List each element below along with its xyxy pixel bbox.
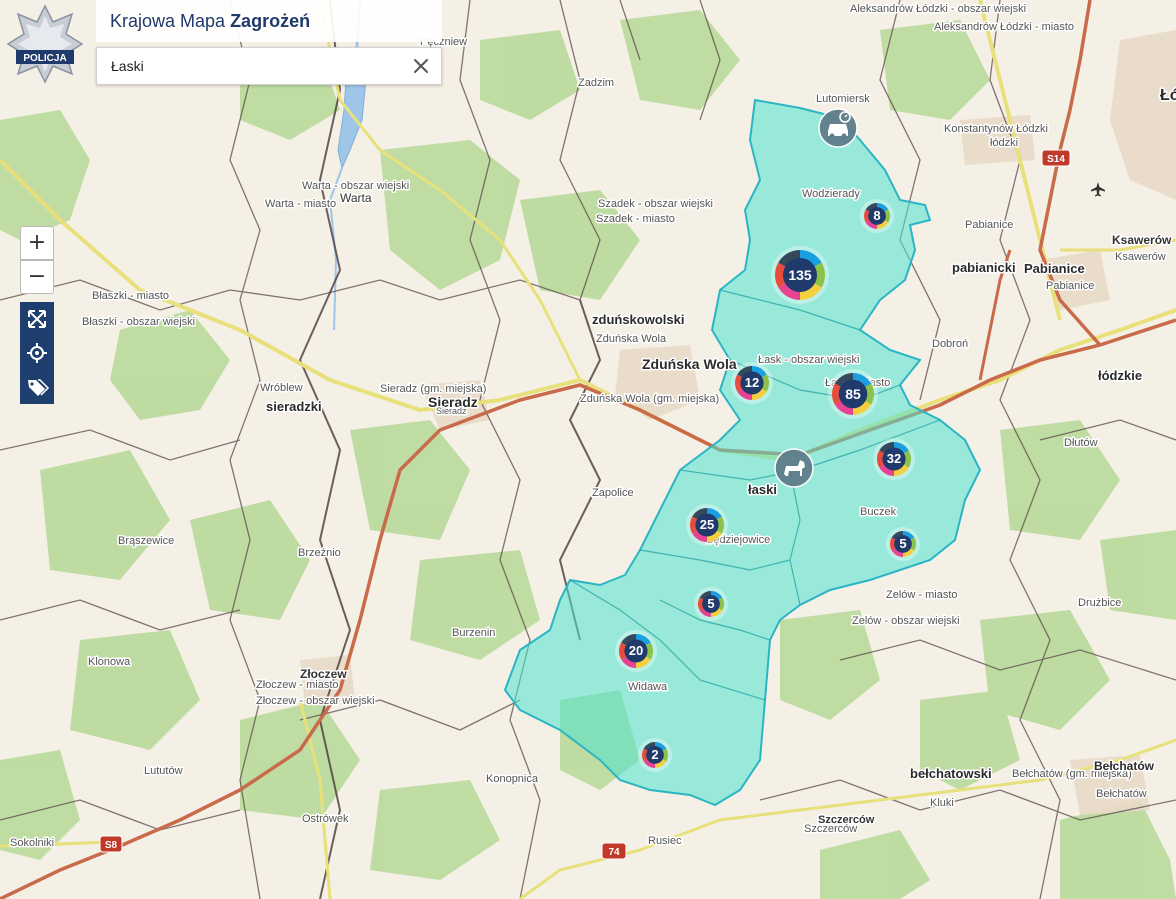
svg-text:Lututów: Lututów [144,765,183,777]
cluster-count: 5 [899,536,906,551]
car-icon[interactable] [818,108,858,148]
svg-text:Kluki: Kluki [930,797,954,809]
map-canvas[interactable]: S14 S8 74 Aleksandrów Łódzki - obszar wi… [0,0,1176,899]
extent-icon [28,310,46,328]
cluster-count: 32 [887,451,901,466]
search-box [96,47,442,85]
svg-text:Klonowa: Klonowa [88,656,131,668]
svg-text:Zelów - obszar wiejski: Zelów - obszar wiejski [852,615,960,627]
cluster-marker[interactable]: 12 [731,362,773,404]
cluster-marker[interactable]: 135 [771,246,829,304]
cluster-count: 2 [651,747,658,762]
cluster-marker[interactable]: 32 [873,438,915,480]
tags-icon [28,379,50,396]
cluster-marker[interactable]: 25 [686,504,728,546]
svg-text:Pabianice: Pabianice [965,219,1013,231]
locate-icon [27,343,47,363]
svg-text:Zduńska Wola (gm. miejska): Zduńska Wola (gm. miejska) [580,393,719,405]
clear-search-button[interactable] [407,52,435,80]
svg-text:Ostrówek: Ostrówek [302,813,349,825]
svg-text:Widawa: Widawa [628,681,668,693]
svg-text:zduńskowolski: zduńskowolski [592,312,684,327]
cluster-count: 12 [745,375,759,390]
cluster-marker[interactable]: 85 [828,369,878,419]
svg-text:Zduńska Wola: Zduńska Wola [642,356,737,372]
svg-text:Błaszki - miasto: Błaszki - miasto [92,290,169,302]
tags-button[interactable] [20,370,54,404]
svg-text:Sieradz: Sieradz [436,406,467,416]
svg-text:Złoczew - obszar wiejski: Złoczew - obszar wiejski [256,695,375,707]
svg-text:Zelów - miasto: Zelów - miasto [886,589,958,601]
cluster-marker[interactable]: 5 [886,527,920,561]
cluster-marker[interactable]: 20 [615,630,657,672]
search-input[interactable] [97,48,397,84]
svg-text:Warta: Warta [340,191,372,205]
svg-text:bełchatowski: bełchatowski [910,766,992,781]
svg-text:Konstantynów Łódzki: Konstantynów Łódzki [944,123,1048,135]
svg-text:Konopnica: Konopnica [486,773,539,785]
svg-text:łódzkie: łódzkie [1098,368,1142,383]
svg-text:Sokolniki: Sokolniki [10,837,54,849]
road-shield-s14: S14 [1041,149,1071,167]
svg-text:Rusiec: Rusiec [648,835,682,847]
svg-text:Zadzim: Zadzim [578,77,614,89]
cluster-count: 20 [629,643,643,658]
road-shield-74: 74 [601,842,627,860]
svg-text:Dłutów: Dłutów [1064,437,1098,449]
svg-text:74: 74 [608,847,620,858]
cluster-count: 25 [700,517,714,532]
svg-text:S14: S14 [1047,154,1065,165]
svg-text:Szadek - miasto: Szadek - miasto [596,213,675,225]
cluster-count: 5 [707,596,714,611]
svg-text:Łódź: Łódź [1160,87,1176,104]
svg-text:Buczek: Buczek [860,506,897,518]
svg-text:S8: S8 [105,840,118,851]
svg-text:Szczerców: Szczerców [804,823,857,835]
svg-text:Aleksandrów Łódzki - obszar wi: Aleksandrów Łódzki - obszar wiejski [850,3,1026,15]
svg-text:Ksawerów: Ksawerów [1115,251,1166,263]
svg-text:Lutomiersk: Lutomiersk [816,93,870,105]
svg-text:Pabianice: Pabianice [1046,280,1094,292]
svg-text:Błaszki - obszar wiejski: Błaszki - obszar wiejski [82,316,195,328]
close-icon [414,59,428,73]
cluster-count: 135 [788,267,812,283]
svg-text:sieradzki: sieradzki [266,399,322,414]
road-shield-s8: S8 [99,835,123,853]
svg-text:Łask - obszar wiejski: Łask - obszar wiejski [758,354,859,366]
full-extent-button[interactable] [20,302,54,336]
title-prefix: Krajowa Mapa [110,11,231,31]
svg-text:łaski: łaski [748,482,777,497]
svg-text:Pabianice: Pabianice [1024,261,1085,276]
svg-text:Drużbice: Drużbice [1078,597,1121,609]
locate-button[interactable] [20,336,54,370]
svg-text:Brąszewice: Brąszewice [118,535,174,547]
svg-text:Szadek - obszar wiejski: Szadek - obszar wiejski [598,198,713,210]
cluster-marker[interactable]: 5 [694,587,728,621]
svg-text:POLICJA: POLICJA [23,53,66,64]
svg-text:łódzki: łódzki [990,137,1018,149]
zoom-out-button[interactable]: − [20,260,54,294]
cluster-count: 85 [845,386,861,402]
zoom-in-button[interactable]: + [20,226,54,260]
svg-text:Wodzierady: Wodzierady [802,188,860,200]
svg-text:Wróblew: Wróblew [260,382,303,394]
dog-icon[interactable] [774,448,814,488]
cluster-count: 8 [873,208,880,223]
police-logo: POLICJA [6,4,84,84]
svg-text:Aleksandrów Łódzki - miasto: Aleksandrów Łódzki - miasto [934,21,1074,33]
svg-text:Bełchatów: Bełchatów [1096,788,1147,800]
svg-text:Burzenin: Burzenin [452,627,495,639]
svg-text:Bełchatów: Bełchatów [1094,759,1155,773]
svg-text:pabianicki: pabianicki [952,260,1016,275]
svg-text:Dobroń: Dobroń [932,338,968,350]
cluster-marker[interactable]: 8 [860,199,894,233]
svg-text:Ksawerów: Ksawerów [1112,233,1172,247]
cluster-marker[interactable]: 2 [638,738,672,772]
svg-text:Warta - miasto: Warta - miasto [265,198,336,210]
svg-text:Zduńska Wola: Zduńska Wola [596,333,667,345]
svg-text:Złoczew - miasto: Złoczew - miasto [256,679,339,691]
svg-text:Brzeźnio: Brzeźnio [298,547,341,559]
app-title: Krajowa Mapa Zagrożeń Bezpieczeństwa [96,0,442,73]
svg-text:Zapolice: Zapolice [592,487,634,499]
